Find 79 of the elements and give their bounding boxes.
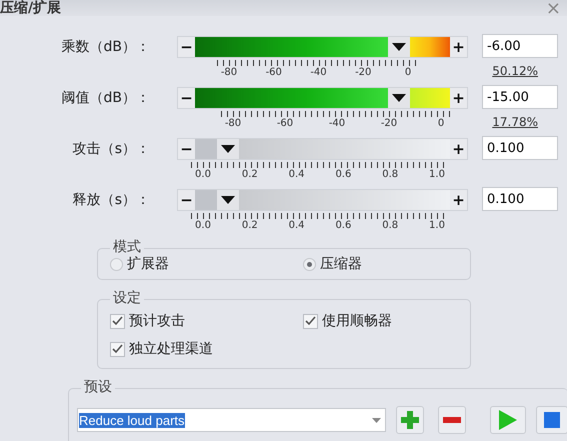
checkbox-label[interactable]: 预计攻击 bbox=[129, 312, 185, 330]
scale-label: 0.4 bbox=[288, 169, 306, 180]
decrease-button[interactable]: − bbox=[178, 139, 195, 159]
decrease-button[interactable]: − bbox=[178, 190, 195, 210]
checkmark-icon bbox=[112, 344, 123, 354]
scale-label: -20 bbox=[354, 67, 372, 78]
slider[interactable]: − + bbox=[177, 87, 468, 109]
remove-button[interactable] bbox=[438, 406, 466, 434]
preset-dropdown[interactable]: Reduce loud parts bbox=[77, 408, 386, 432]
value-field[interactable]: 0.100 bbox=[482, 136, 558, 160]
scale-label: -60 bbox=[264, 67, 283, 78]
scale-label: 0.4 bbox=[288, 220, 306, 231]
window-title: 压缩/扩展 bbox=[0, 0, 62, 16]
checkbox-label[interactable]: 使用顺畅器 bbox=[322, 312, 392, 330]
scale-label: 0.2 bbox=[240, 169, 259, 180]
stop-icon bbox=[544, 412, 560, 428]
slider[interactable]: − + bbox=[177, 36, 468, 58]
value-field[interactable]: 0.100 bbox=[482, 187, 558, 211]
radio-label[interactable]: 压缩器 bbox=[320, 255, 362, 273]
scale-label: 0.0 bbox=[194, 169, 212, 180]
scale-label: -80 bbox=[224, 118, 242, 129]
percent-link[interactable]: 50.12% bbox=[482, 64, 558, 78]
slider-label: 阈值（dB）： bbox=[60, 89, 150, 107]
slider-label: 攻击（s）： bbox=[72, 140, 150, 158]
slider-thumb[interactable] bbox=[217, 190, 240, 210]
scale-label: 1.0 bbox=[428, 169, 446, 180]
value-field[interactable]: -15.00 bbox=[482, 85, 558, 109]
radio-button[interactable] bbox=[303, 258, 316, 270]
stop-button[interactable] bbox=[536, 406, 567, 434]
scale-label: 1.0 bbox=[428, 220, 446, 231]
scale-label: 0.6 bbox=[334, 220, 352, 231]
scale-label: 0.0 bbox=[194, 220, 212, 231]
increase-button[interactable]: + bbox=[450, 88, 467, 108]
caret-icon bbox=[221, 196, 236, 204]
caret-icon bbox=[392, 43, 406, 51]
slider-thumb[interactable] bbox=[388, 37, 410, 57]
increase-button[interactable]: + bbox=[450, 139, 467, 159]
checkmark-icon bbox=[112, 316, 123, 326]
scale-label: -40 bbox=[309, 67, 328, 78]
slider[interactable]: − + bbox=[177, 189, 468, 211]
scale-label: 0 bbox=[436, 118, 446, 129]
selected-text: Reduce loud parts bbox=[79, 412, 185, 428]
caret-icon bbox=[392, 94, 406, 102]
scale-label: -40 bbox=[328, 118, 346, 129]
decrease-button[interactable]: − bbox=[178, 88, 195, 108]
scale-label: 0.8 bbox=[381, 169, 400, 180]
group-title: 模式 bbox=[110, 239, 144, 255]
caret-icon bbox=[221, 145, 236, 153]
radio-label[interactable]: 扩展器 bbox=[127, 255, 169, 273]
scale-label: -80 bbox=[220, 67, 238, 78]
slider-label: 乘数（dB）： bbox=[60, 38, 150, 56]
slider[interactable]: − + bbox=[177, 138, 468, 160]
slider-thumb[interactable] bbox=[217, 139, 240, 159]
play-icon bbox=[499, 410, 517, 430]
checkbox-label[interactable]: 独立处理渠道 bbox=[129, 340, 213, 358]
checkbox[interactable] bbox=[110, 342, 125, 356]
scale-label: -20 bbox=[380, 118, 398, 129]
minus-icon bbox=[443, 417, 461, 423]
checkbox[interactable] bbox=[303, 314, 318, 328]
group-title: 设定 bbox=[110, 290, 144, 306]
percent-link[interactable]: 17.78% bbox=[482, 115, 558, 129]
value-field[interactable]: -6.00 bbox=[482, 34, 558, 58]
decrease-button[interactable]: − bbox=[178, 37, 195, 57]
checkmark-icon bbox=[305, 316, 316, 326]
scale-label: 0.8 bbox=[381, 220, 400, 231]
slider-thumb[interactable] bbox=[388, 88, 410, 108]
radio-button[interactable] bbox=[110, 258, 123, 270]
increase-button[interactable]: + bbox=[450, 37, 467, 57]
slider-label: 释放（s）： bbox=[72, 191, 150, 209]
plus-icon bbox=[401, 411, 419, 429]
dropdown-arrow-icon bbox=[372, 418, 381, 422]
scale-label: 0.2 bbox=[240, 220, 259, 231]
add-button[interactable] bbox=[396, 406, 424, 434]
group-title: 预设 bbox=[81, 379, 115, 395]
scale-label: 0 bbox=[404, 67, 412, 78]
scale-label: -60 bbox=[276, 118, 294, 129]
increase-button[interactable]: + bbox=[450, 190, 467, 210]
checkbox[interactable] bbox=[110, 314, 125, 328]
scale-label: 0.6 bbox=[334, 169, 352, 180]
